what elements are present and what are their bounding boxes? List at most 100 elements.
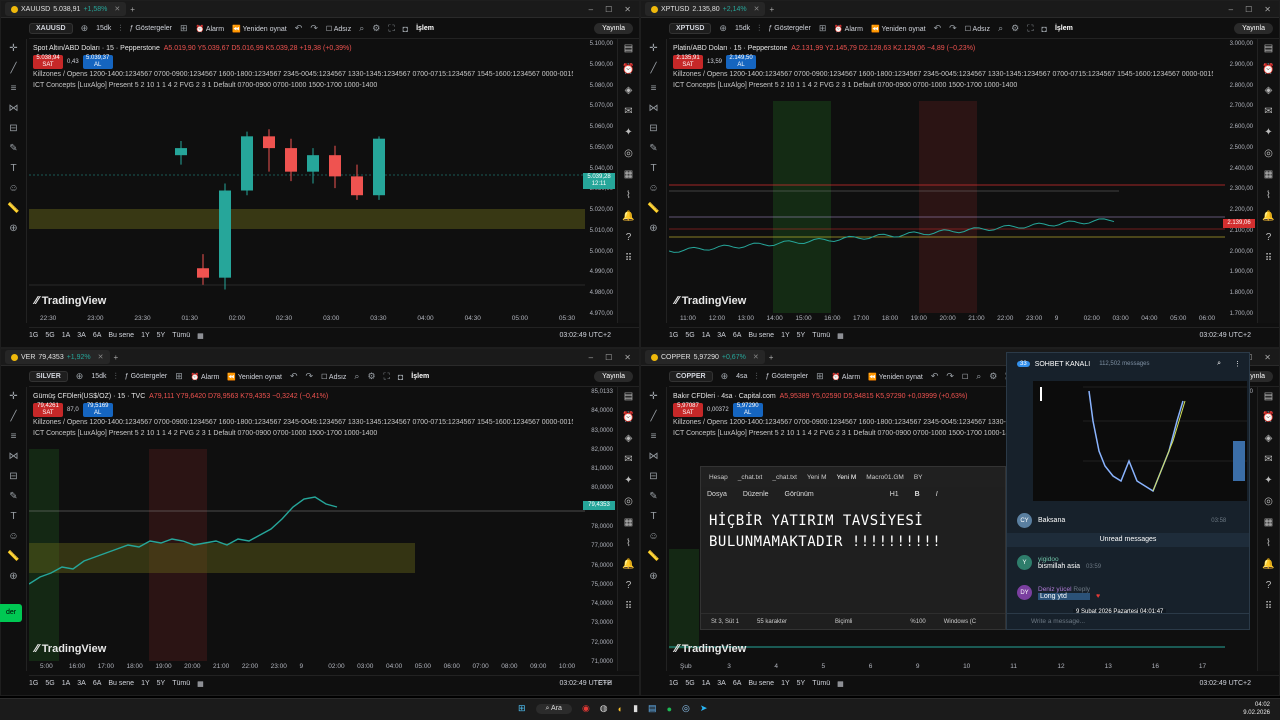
zoom-icon[interactable]: ⊕ xyxy=(649,571,657,582)
measure-icon[interactable]: ⊟ xyxy=(9,123,17,134)
chat-icon[interactable]: ✉ xyxy=(624,454,632,465)
layout-button[interactable]: ☐ xyxy=(962,373,968,381)
pattern-icon[interactable]: ⋈ xyxy=(9,103,19,114)
fullscreen-icon[interactable]: ⛶ xyxy=(388,23,394,34)
indicator-ict-concepts[interactable]: ICT Concepts [LuxAlgo] Present 5 2 10 1 … xyxy=(673,80,1213,91)
indicator-killzones[interactable]: Killzones / Opens 1200-1400:1234567 0700… xyxy=(33,69,573,80)
close-icon[interactable]: ✕ xyxy=(114,5,120,13)
calendar-icon[interactable]: ▦ xyxy=(1264,169,1273,180)
camera-icon[interactable]: ◘ xyxy=(403,24,408,34)
notification-icon[interactable]: 🔔 xyxy=(1262,211,1274,222)
add-symbol-icon[interactable]: ⊕ xyxy=(719,23,727,34)
replay-button[interactable]: ⏪ Yeniden oynat xyxy=(227,373,282,381)
maximize-icon[interactable]: ☐ xyxy=(605,353,612,362)
range-button[interactable]: 1G xyxy=(29,332,38,339)
browser-tab[interactable]: COPPER 5,97290 +0,67% ✕ xyxy=(645,350,765,364)
indicator-killzones[interactable]: Killzones / Opens 1200-1400:1234567 0700… xyxy=(673,417,1051,428)
trendline-icon[interactable]: ╱ xyxy=(10,63,16,74)
indicator-ict-concepts[interactable]: ICT Concepts [LuxAlgo] Present 5 2 10 1 … xyxy=(33,80,573,91)
browser-tab[interactable]: VER 79,4353 +1,92% ✕ xyxy=(5,350,110,364)
replay-button[interactable]: ⏪ Yeniden oynat xyxy=(868,373,923,381)
sell-button[interactable]: 5.038,94 SAT xyxy=(33,55,63,69)
indicator-ict-concepts[interactable]: ICT Concepts [LuxAlgo] Present 5 2 10 1 … xyxy=(673,428,1051,439)
range-button[interactable]: 1A xyxy=(702,332,711,339)
price-chart[interactable] xyxy=(29,101,585,313)
replay-button[interactable]: ⏪ Yeniden oynat xyxy=(871,25,926,33)
search-icon[interactable]: ⌕ xyxy=(976,371,981,382)
redo-icon[interactable]: ↷ xyxy=(310,23,318,34)
indicators-button[interactable]: ƒ Göstergeler xyxy=(125,373,167,380)
chart-screenshot-image[interactable] xyxy=(1033,381,1247,501)
minimize-icon[interactable]: – xyxy=(589,353,593,362)
range-button[interactable]: Tümü xyxy=(172,332,190,339)
range-button[interactable]: Tümü xyxy=(812,332,830,339)
interval-select[interactable]: 15dk xyxy=(91,373,106,380)
date-range-icon[interactable]: ▦ xyxy=(837,332,844,340)
system-clock[interactable]: 04:02 9.02.2026 xyxy=(1243,701,1270,717)
instrument-title[interactable]: Spot Altın/ABD Doları · 15 · Pepperstone xyxy=(33,45,160,52)
measure-icon[interactable]: ⊟ xyxy=(649,123,657,134)
crosshair-icon[interactable]: ✛ xyxy=(649,391,657,402)
watchlist-icon[interactable]: ▤ xyxy=(1264,43,1273,54)
calendar-icon[interactable]: ▦ xyxy=(624,169,633,180)
heart-icon[interactable]: ♥ xyxy=(1096,593,1100,600)
text-icon[interactable]: T xyxy=(650,163,656,174)
measure-icon[interactable]: ⊟ xyxy=(649,471,657,482)
pattern-icon[interactable]: ⋈ xyxy=(649,103,659,114)
measure-icon[interactable]: ⊟ xyxy=(9,471,17,482)
watchlist-icon[interactable]: ▤ xyxy=(1264,391,1273,402)
ideas-icon[interactable]: ✦ xyxy=(624,127,632,138)
notepad-tab-active[interactable]: Yeni M xyxy=(837,474,857,481)
close-icon[interactable]: ✕ xyxy=(754,5,760,13)
windows-start-icon[interactable]: ⊞ xyxy=(518,703,526,714)
interval-select[interactable]: 15dk xyxy=(96,25,111,32)
undo-icon[interactable]: ↶ xyxy=(290,371,298,382)
layers-icon[interactable]: ◈ xyxy=(1265,433,1273,444)
undo-icon[interactable]: ↶ xyxy=(295,23,303,34)
date-range-icon[interactable]: ▦ xyxy=(197,680,204,688)
chat-icon[interactable]: ✉ xyxy=(1264,106,1272,117)
range-button[interactable]: 5G xyxy=(685,332,694,339)
buy-button[interactable]: 5,97290 AL xyxy=(732,403,763,417)
signal-icon[interactable]: ⌇ xyxy=(1266,538,1271,549)
close-icon[interactable]: ✕ xyxy=(98,353,104,361)
chart-clock[interactable]: 03:02:49 UTC+2 xyxy=(559,332,611,339)
notepad-text[interactable]: HİÇBİR YATIRIM TAVSİYESİ BULUNMAMAKTADIR… xyxy=(709,511,941,553)
range-button[interactable]: 3A xyxy=(717,680,726,687)
range-button[interactable]: 5Y xyxy=(797,332,806,339)
notepad-tab[interactable]: _chat.txt xyxy=(738,474,763,481)
range-button[interactable]: 6A xyxy=(93,332,102,339)
chart-type-icon[interactable]: ⫶ xyxy=(755,371,757,382)
range-button[interactable]: Bu sene xyxy=(108,332,134,339)
date-range-icon[interactable]: ▦ xyxy=(837,680,844,688)
range-button[interactable]: 3A xyxy=(717,332,726,339)
apps-icon[interactable]: ⠿ xyxy=(625,601,632,612)
heading-select[interactable]: H1 xyxy=(890,491,899,498)
camera-icon[interactable]: ◘ xyxy=(1042,24,1047,34)
undo-icon[interactable]: ↶ xyxy=(931,371,939,382)
range-button[interactable]: 1G xyxy=(669,332,678,339)
taskbar-search[interactable]: ⌕ Ara xyxy=(535,703,572,714)
maximize-icon[interactable]: ☐ xyxy=(1245,5,1252,14)
indicator-killzones[interactable]: Killzones / Opens 1200-1400:1234567 0700… xyxy=(673,69,1213,80)
range-button[interactable]: 5G xyxy=(45,680,54,687)
interval-select[interactable]: 4sa xyxy=(736,373,747,380)
crosshair-icon[interactable]: ✛ xyxy=(9,43,17,54)
indicators-button[interactable]: ƒ Göstergeler xyxy=(768,25,810,32)
target-icon[interactable]: ◎ xyxy=(1264,496,1273,507)
settings-icon[interactable]: ⚙ xyxy=(1011,23,1019,34)
more-icon[interactable]: ⋮ xyxy=(1234,360,1241,368)
range-button[interactable]: 1G xyxy=(29,680,38,687)
apps-icon[interactable]: ⠿ xyxy=(1265,253,1272,264)
spotify-icon[interactable]: ● xyxy=(667,704,672,714)
chat-message[interactable]: DY Deniz yücel Reply Long ytd ♥ xyxy=(1017,585,1100,600)
calendar-icon[interactable]: ▦ xyxy=(1264,517,1273,528)
telegram-icon[interactable]: ➤ xyxy=(700,703,708,714)
help-icon[interactable]: ? xyxy=(1266,232,1272,243)
indicators-button[interactable]: ƒ Göstergeler xyxy=(766,373,808,380)
trade-button[interactable]: İşlem xyxy=(411,373,429,380)
range-button[interactable]: 1Y xyxy=(141,332,150,339)
layout-button[interactable]: ☐ Adsız xyxy=(965,25,990,33)
add-symbol-icon[interactable]: ⊕ xyxy=(76,371,84,382)
zoom-icon[interactable]: ⊕ xyxy=(9,571,17,582)
